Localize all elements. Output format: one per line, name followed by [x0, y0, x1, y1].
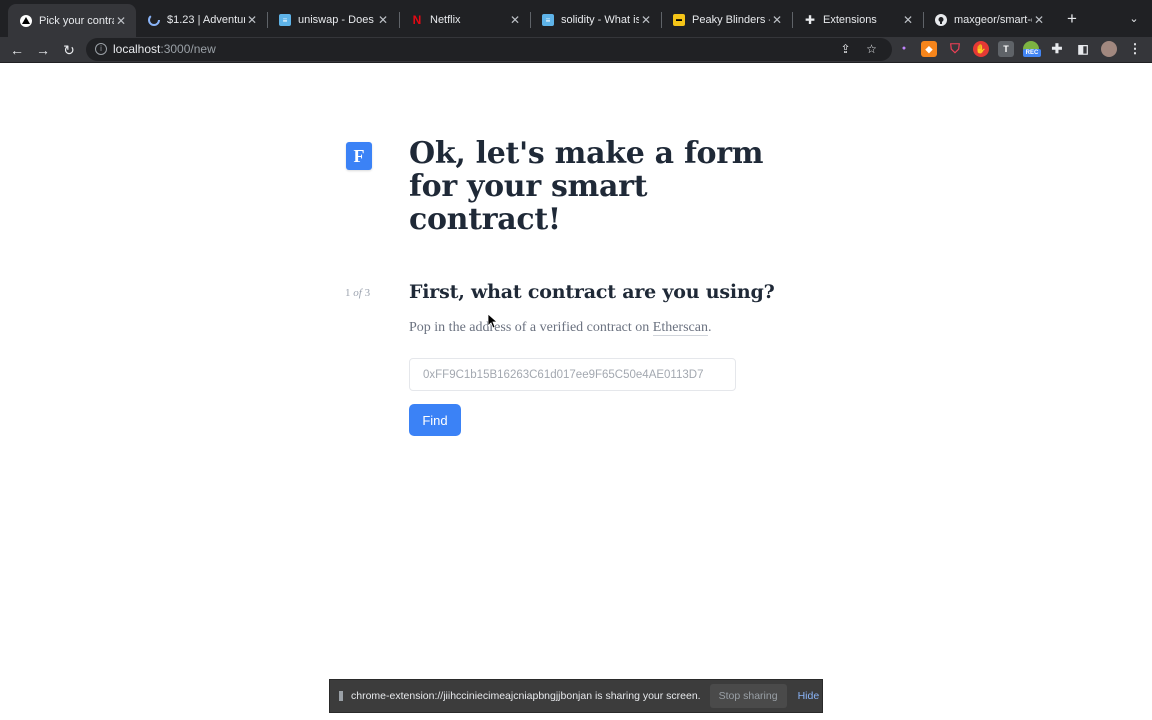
etherscan-link[interactable]: Etherscan: [652, 320, 708, 336]
tab-extensions[interactable]: ✚ Extensions ✕: [792, 5, 923, 35]
more-menu-icon[interactable]: ⋮: [1127, 41, 1143, 57]
extension-dot-icon[interactable]: ●: [896, 41, 912, 57]
step-of-text: of: [353, 287, 362, 299]
address-bar[interactable]: i localhost:3000/new ⇪ ☆: [86, 38, 892, 61]
recorder-icon[interactable]: REC: [1023, 41, 1041, 57]
tab-adventure[interactable]: $1.23 | Adventure ✕: [136, 5, 267, 35]
find-button[interactable]: Find: [409, 404, 461, 436]
adblock-hand-icon[interactable]: ✋: [973, 41, 989, 57]
rec-badge: REC: [1023, 49, 1041, 57]
hide-link[interactable]: Hide: [798, 690, 820, 702]
stackexchange-icon: ≡: [542, 14, 554, 26]
tab-search-chevron-icon[interactable]: ⌄: [1126, 10, 1142, 28]
puzzle-extensions-icon[interactable]: ✚: [1049, 41, 1065, 57]
tab-title: Peaky Blinders -: [692, 14, 770, 26]
drag-handle-icon[interactable]: [339, 691, 343, 701]
puzzle-icon: ✚: [804, 13, 816, 27]
close-icon[interactable]: ✕: [245, 13, 259, 27]
step-number: 1: [345, 287, 351, 299]
tab-title: uniswap - Does a: [298, 14, 376, 26]
imdb-icon: ▬: [673, 14, 685, 26]
browser-toolbar: ← → ↻ i localhost:3000/new ⇪ ☆ ● ◆ ⛉ ✋ T…: [0, 37, 1152, 63]
pocket-icon[interactable]: ⛉: [947, 41, 963, 57]
forward-arrow-icon[interactable]: →: [34, 41, 52, 59]
new-tab-plus-icon[interactable]: +: [1063, 10, 1081, 28]
profile-avatar[interactable]: [1101, 41, 1117, 57]
tab-github[interactable]: maxgeor/smart-c ✕: [923, 5, 1054, 35]
github-icon: [935, 14, 947, 26]
reload-icon[interactable]: ↻: [60, 41, 78, 59]
triangle-logo-icon: [20, 14, 32, 27]
tab-strip: Pick your contract ✕ $1.23 | Adventure ✕…: [0, 0, 1152, 37]
helper-text: Pop in the address of a verified contrac…: [409, 320, 712, 336]
screen-share-bar: chrome-extension://jiihcciniecimeajcniap…: [329, 679, 823, 713]
step-indicator: 1 of 3: [345, 287, 370, 299]
stop-sharing-button[interactable]: Stop sharing: [709, 684, 787, 708]
close-icon[interactable]: ✕: [1032, 13, 1046, 27]
url-text[interactable]: localhost:3000/new: [113, 42, 216, 56]
back-arrow-icon[interactable]: ←: [8, 41, 26, 59]
tab-title: Extensions: [823, 14, 877, 26]
tab-solidity[interactable]: ≡ solidity - What is ✕: [530, 5, 661, 35]
t-extension-icon[interactable]: T: [998, 41, 1014, 57]
side-panel-icon[interactable]: ◧: [1075, 41, 1091, 57]
tab-title: Pick your contract: [39, 14, 114, 27]
page-content: F Ok, let's make a form for your smart c…: [0, 63, 1152, 720]
site-info-icon[interactable]: i: [95, 43, 107, 55]
tab-title: solidity - What is: [561, 14, 639, 26]
share-message: chrome-extension://jiihcciniecimeajcniap…: [351, 690, 701, 702]
tab-uniswap[interactable]: ≡ uniswap - Does a ✕: [267, 5, 398, 35]
close-icon[interactable]: ✕: [639, 13, 653, 27]
tab-netflix[interactable]: N Netflix ✕: [399, 5, 530, 35]
close-icon[interactable]: ✕: [376, 13, 390, 27]
netflix-icon: N: [412, 13, 422, 27]
close-icon[interactable]: ✕: [508, 13, 522, 27]
tab-peaky-blinders[interactable]: ▬ Peaky Blinders - ✕: [661, 5, 792, 35]
tab-pick-your-contract[interactable]: Pick your contract ✕: [8, 4, 136, 37]
circle-logo-icon: [148, 14, 160, 26]
bookmark-star-icon[interactable]: ☆: [864, 42, 879, 57]
app-logo: F: [346, 142, 372, 170]
page-title: Ok, let's make a form for your smart con…: [409, 136, 764, 237]
close-icon[interactable]: ✕: [901, 13, 915, 27]
close-icon[interactable]: ✕: [114, 14, 128, 28]
close-icon[interactable]: ✕: [770, 13, 784, 27]
stackexchange-icon: ≡: [279, 14, 291, 26]
metamask-fox-icon[interactable]: ◆: [921, 41, 937, 57]
tab-title: maxgeor/smart-c: [954, 14, 1032, 26]
share-icon[interactable]: ⇪: [838, 42, 853, 57]
mouse-cursor-icon: [488, 314, 498, 328]
step-total: 3: [364, 287, 371, 299]
contract-address-input[interactable]: [409, 358, 736, 391]
tab-title: Netflix: [430, 14, 461, 26]
step-question: First, what contract are you using?: [409, 281, 775, 303]
tab-title: $1.23 | Adventure: [167, 14, 245, 26]
